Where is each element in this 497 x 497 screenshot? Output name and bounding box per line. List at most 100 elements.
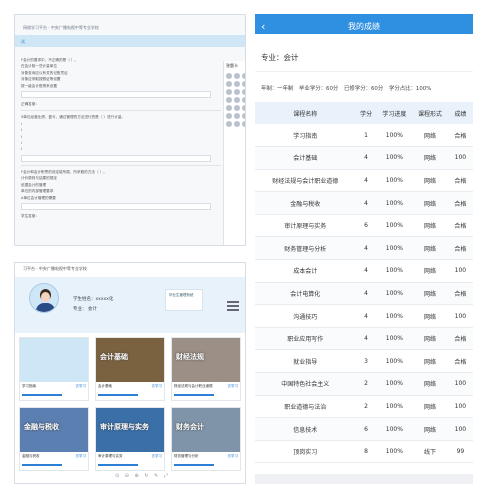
go-study-link[interactable]: 去学习 — [228, 454, 239, 459]
divider — [21, 164, 221, 166]
question-dot[interactable] — [226, 97, 232, 103]
score-cell: 合格 — [447, 236, 473, 261]
go-study-link[interactable]: 去学习 — [76, 384, 87, 389]
program-years: 年制：一年制 — [261, 86, 294, 92]
question-dot[interactable] — [226, 73, 232, 79]
question-dot[interactable] — [242, 97, 245, 103]
go-study-link[interactable]: 去学习 — [152, 384, 163, 389]
format-cell: 网络 — [412, 124, 448, 148]
credit-ratio: 学分占比：100% — [388, 86, 432, 92]
question-dot[interactable] — [226, 105, 232, 111]
credit-cell: 6 — [355, 214, 377, 238]
score-cell: 100 — [447, 372, 473, 396]
table-row: 中国特色社会主义 2 100% 网络 100 — [255, 372, 473, 396]
score-cell: 合格 — [447, 214, 473, 238]
progress-cell: 100% — [376, 236, 413, 261]
progress-cell: 100% — [376, 191, 413, 215]
course-image: 金融与税收 — [20, 408, 88, 452]
grades-table: 课程名称 学分 学习进度 课程形式 成绩 学习指南 1 100% 网络 合格 会计基础 4 1… — [255, 102, 473, 464]
go-study-link[interactable]: 去学习 — [76, 454, 87, 459]
course-image: 会计基础 — [96, 338, 164, 382]
viewer-toolbar[interactable]: ⊙ ⊖ ⊕ ↻ ✎ ⤢ — [115, 473, 170, 479]
score-cell: 100 — [447, 395, 473, 419]
question-dot[interactable] — [234, 105, 240, 111]
go-study-link[interactable]: 去学习 — [228, 384, 239, 389]
credit-cell: 4 — [355, 236, 377, 261]
student-name: 学生姓名：xxxxx化 — [73, 297, 114, 302]
exam-screenshot: 网络学习平台 · 中央广播电视中等专业学校 试 F会计的要求中，不正确的是（ ）… — [14, 14, 246, 246]
answer-box — [21, 202, 211, 210]
course-image: 审计原理与实务 — [96, 408, 164, 452]
question-dot[interactable] — [234, 89, 240, 95]
format-cell: 网络 — [412, 191, 448, 215]
avatar-body — [36, 303, 55, 312]
course-progress — [174, 464, 214, 466]
course-card[interactable]: 会计基础 会计基础 去学习 — [95, 337, 165, 401]
score-cell: 100 — [447, 146, 473, 170]
question-dot[interactable] — [226, 89, 232, 95]
course-card[interactable]: 审计原理与实务 审计原理与实务 去学习 — [95, 407, 165, 471]
title-bar: ‹ 我的成绩 — [255, 20, 473, 34]
answer-card-grid — [224, 71, 245, 129]
question-dot[interactable] — [234, 121, 240, 127]
course-progress — [174, 394, 214, 396]
question-dot[interactable] — [234, 97, 240, 103]
question-dot[interactable] — [242, 121, 245, 127]
question-dot[interactable] — [226, 121, 232, 127]
course-card[interactable]: 财经法规 财经法规与会计职业道德 去学习 — [171, 337, 241, 401]
score-cell: 100 — [447, 304, 473, 328]
answer-card-title: 答题卡 — [226, 63, 238, 68]
progress-cell: 100% — [376, 395, 413, 419]
format-cell: 网络 — [412, 349, 448, 374]
format-cell: 网络 — [412, 236, 448, 261]
course-name-cell: 职业应用写作 — [255, 327, 356, 351]
course-name-cell: 职业道德与法治 — [255, 395, 356, 419]
format-cell: 网络 — [412, 304, 448, 328]
question-dot[interactable] — [234, 73, 240, 79]
table-row: 审计原理与实务 6 100% 网络 合格 — [255, 214, 473, 238]
progress-cell: 100% — [376, 124, 413, 148]
answer-box — [21, 91, 211, 99]
course-progress — [22, 464, 62, 466]
format-cell: 网络 — [412, 395, 448, 419]
student-major: 专业： 会计 — [73, 307, 97, 312]
question-dot[interactable] — [234, 113, 240, 119]
course-name-cell: 会计基础 — [255, 146, 356, 170]
option-text[interactable]: A单位会计管理的需要 — [21, 195, 221, 201]
answer-label: 正确答案： — [21, 102, 39, 107]
credit-cell: 1 — [355, 124, 377, 148]
table-row: 职业应用写作 4 100% 网络 合格 — [255, 327, 473, 351]
progress-cell: 100% — [376, 327, 413, 351]
student-answer-label: 学生答案： — [21, 213, 39, 218]
table-row: 信息技术 6 100% 网络 100 — [255, 417, 473, 441]
progress-cell: 100% — [376, 214, 413, 238]
score-cell: 100 — [447, 259, 473, 283]
course-card[interactable]: 财务会计 财务管理与分析 去学习 — [171, 407, 241, 471]
course-card[interactable]: 金融与税收 金融与税收 去学习 — [19, 407, 89, 471]
graduate-system-button[interactable]: 毕业生管理系统 — [165, 289, 203, 311]
go-study-link[interactable]: 去学习 — [152, 454, 163, 459]
question-dot[interactable] — [242, 113, 245, 119]
format-cell: 网络 — [412, 372, 448, 396]
score-cell: 合格 — [447, 124, 473, 148]
menu-icon[interactable] — [227, 299, 239, 311]
question-dot[interactable] — [242, 81, 245, 87]
option-text[interactable]: l — [21, 146, 221, 152]
question-dot[interactable] — [226, 113, 232, 119]
question-dot[interactable] — [234, 81, 240, 87]
format-cell: 网络 — [412, 259, 448, 283]
course-card[interactable]: 学习指南 去学习 — [19, 337, 89, 401]
answer-card-panel: 答题卡 — [223, 61, 245, 245]
course-name-cell: 中国特色社会主义 — [255, 372, 356, 396]
progress-cell: 100% — [376, 282, 413, 306]
option-text[interactable]: 按一级会计账簿来设置 — [21, 83, 221, 89]
table-row: 就业指导 3 100% 网络 合格 — [255, 349, 473, 374]
question-dot[interactable] — [242, 89, 245, 95]
question-dot[interactable] — [242, 73, 245, 79]
question-dot[interactable] — [242, 105, 245, 111]
course-progress — [98, 394, 138, 396]
course-progress — [98, 464, 138, 466]
table-row: 财务管理与分析 4 100% 网络 合格 — [255, 236, 473, 261]
format-cell: 网络 — [412, 282, 448, 306]
question-dot[interactable] — [226, 81, 232, 87]
